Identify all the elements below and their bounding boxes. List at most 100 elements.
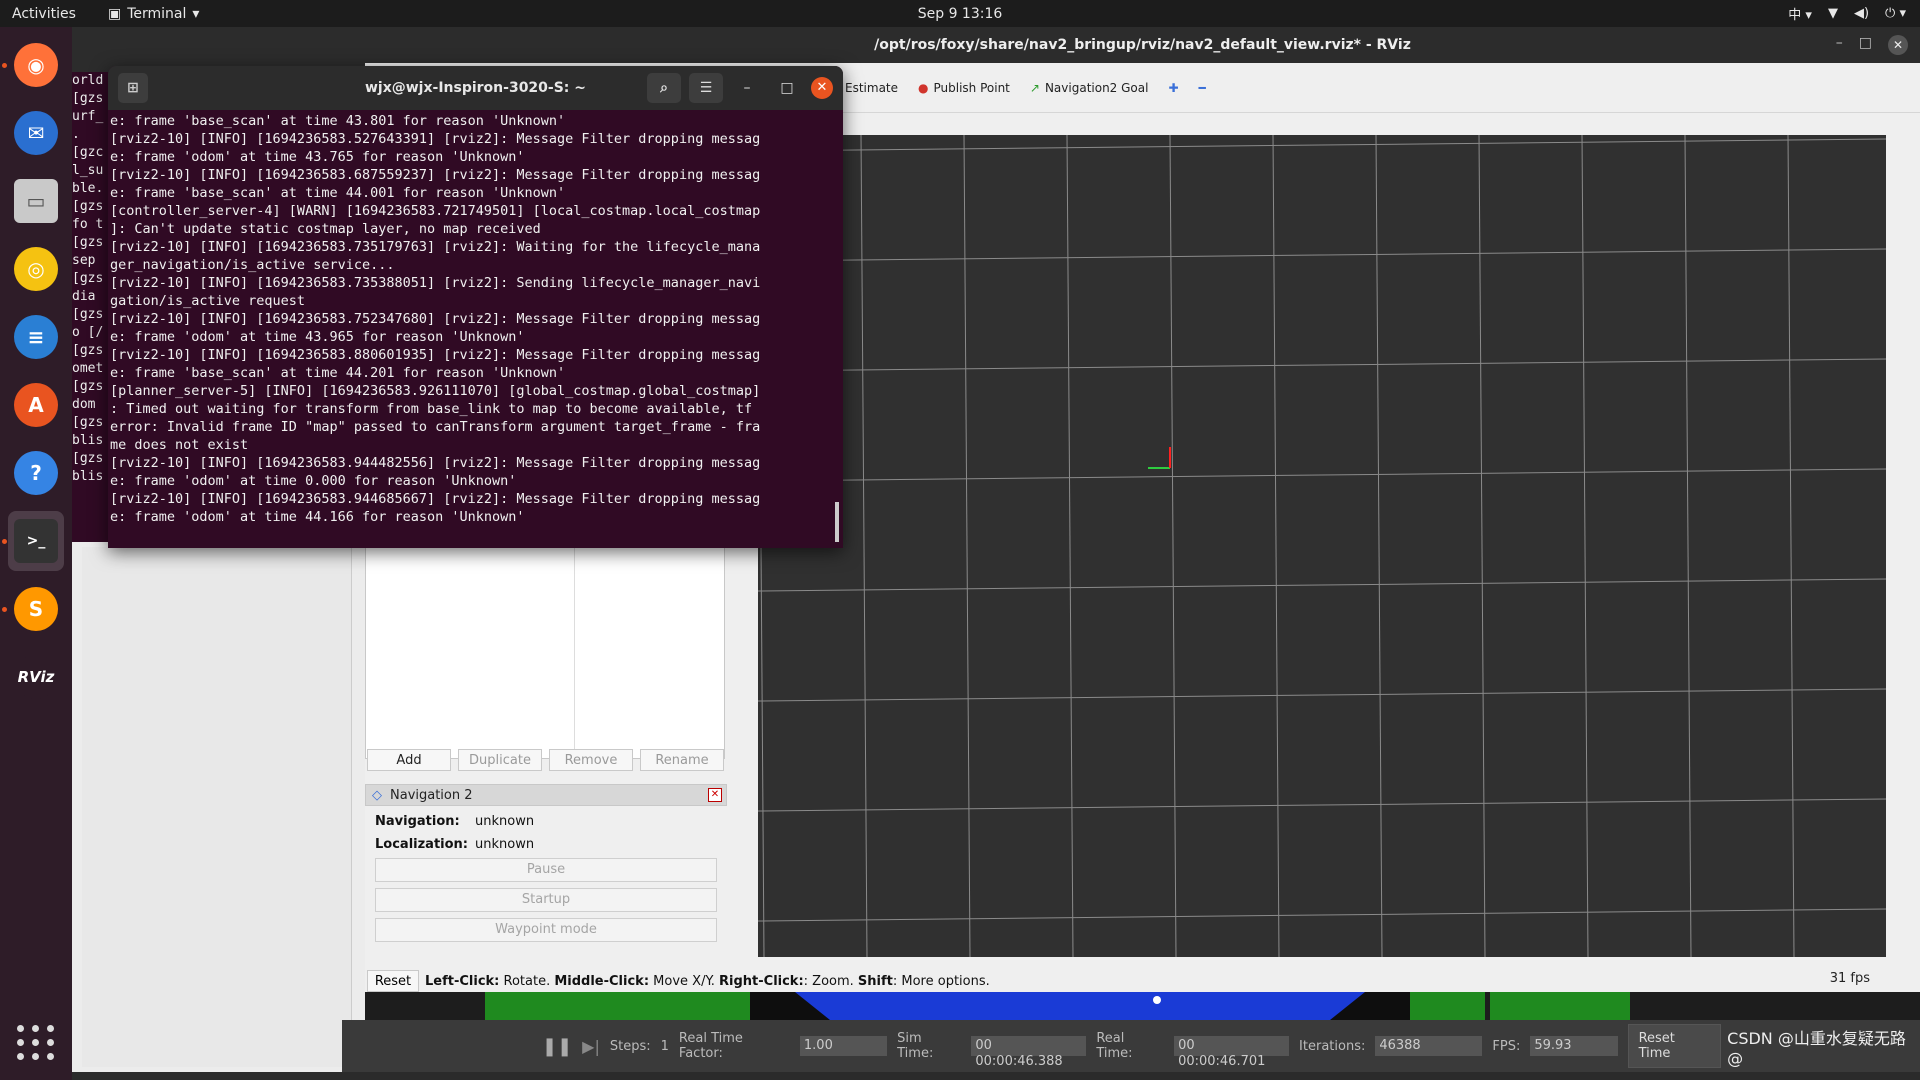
minimize-icon[interactable]: – — [731, 80, 763, 96]
background-terminal-line: [gzs — [72, 343, 104, 358]
writer-icon: ≡ — [14, 315, 58, 359]
power-icon: ⏻ ▾ — [1885, 6, 1906, 21]
system-tray[interactable]: 中 ▾ ▼ ◀) ⏻ ▾ — [1788, 4, 1906, 23]
grid-line — [758, 688, 1886, 702]
publish-point-label: Publish Point — [933, 80, 1010, 95]
maximize-icon[interactable]: □ — [1859, 35, 1872, 55]
dock-item-sublime[interactable]: S — [2, 579, 64, 639]
search-icon[interactable]: ⌕ — [647, 73, 681, 103]
fps-label: FPS: — [1492, 1038, 1521, 1054]
grid-line — [1787, 135, 1795, 957]
background-terminal-line: [gzc — [72, 145, 104, 160]
rviz-titlebar[interactable]: /opt/ros/foxy/share/nav2_bringup/rviz/na… — [365, 27, 1920, 63]
volume-icon: ◀) — [1853, 6, 1870, 21]
running-indicator — [2, 539, 7, 544]
middle-click-key: Middle-Click: — [554, 973, 650, 989]
add-button[interactable]: Add — [367, 749, 451, 771]
top-bar: Activities ▣ Terminal ▾ Sep 9 13:16 中 ▾ … — [0, 0, 1920, 27]
navigation-label: Navigation: — [375, 814, 460, 829]
remove-button[interactable]: Remove — [549, 749, 633, 771]
dock-item-terminal[interactable]: >_ — [2, 511, 64, 571]
remove-tool[interactable]: ━ — [1199, 81, 1206, 95]
background-terminal-line: omet — [72, 361, 104, 376]
grid-line — [758, 248, 1886, 262]
terminal-header[interactable]: ⊞ wjx@wjx-Inspiron-3020-S: ~ ⌕ ☰ – □ ✕ — [108, 66, 843, 110]
navigation-2-panel-title[interactable]: ◇ Navigation 2 ✕ — [365, 784, 727, 806]
input-method-indicator[interactable]: 中 ▾ — [1788, 4, 1812, 23]
grid-line — [758, 358, 1886, 372]
nav2-goal-label: Navigation2 Goal — [1044, 80, 1149, 95]
publish-point-tool[interactable]: ● Publish Point — [918, 81, 1010, 95]
diamond-icon: ◇ — [372, 787, 382, 803]
close-icon[interactable]: ✕ — [1888, 35, 1908, 55]
background-terminal-line: [gzs — [72, 451, 104, 466]
show-applications-icon[interactable] — [14, 1020, 58, 1064]
localization-status-row: Localization: unknown — [365, 837, 727, 852]
background-terminal-line: [gzs — [72, 235, 104, 250]
move-camera-tool[interactable]: ✚ — [1168, 81, 1178, 95]
dock-item-rviz[interactable]: RViz — [8, 647, 64, 707]
running-indicator — [2, 63, 7, 68]
clock[interactable]: Sep 9 13:16 — [918, 6, 1003, 22]
reset-button[interactable]: Reset — [367, 970, 419, 992]
dock-item-files[interactable]: ▭ — [8, 171, 64, 231]
left-click-action: Rotate. — [499, 973, 555, 989]
duplicate-button[interactable]: Duplicate — [458, 749, 542, 771]
firefox-icon: ◉ — [14, 43, 58, 87]
map-pin-icon: ● — [918, 80, 929, 95]
grid-line — [1684, 135, 1692, 957]
pause-button[interactable]: Pause — [375, 858, 717, 882]
dock-item-software-center[interactable]: A — [8, 375, 64, 435]
dock-item-writer[interactable]: ≡ — [8, 307, 64, 367]
maximize-icon[interactable]: □ — [771, 80, 803, 96]
step-icon[interactable]: ▶| — [582, 1037, 600, 1056]
grid — [758, 135, 1886, 957]
running-indicator — [2, 607, 7, 612]
status-bar: Reset Left-Click: Rotate. Middle-Click: … — [365, 969, 1920, 993]
rename-button[interactable]: Rename — [640, 749, 724, 771]
background-terminal-line: sep — [72, 253, 96, 268]
plus-icon: ✚ — [1168, 80, 1179, 95]
dock-item-rhythmbox[interactable]: ◎ — [8, 239, 64, 299]
render-viewport[interactable] — [758, 135, 1886, 957]
grid-line — [758, 468, 1886, 482]
background-terminal-line: urf_ — [72, 109, 104, 124]
dock-item-firefox[interactable]: ◉ — [2, 35, 64, 95]
pose-estimate-tool[interactable]: Estimate — [845, 81, 898, 95]
new-tab-icon[interactable]: ⊞ — [118, 73, 148, 103]
waypoint-mode-button[interactable]: Waypoint mode — [375, 918, 717, 942]
terminal-scrollbar[interactable] — [835, 502, 839, 542]
activities-button[interactable]: Activities — [12, 6, 76, 22]
background-terminal-line: [gzs — [72, 307, 104, 322]
background-terminal-line: [gzs — [72, 379, 104, 394]
navigation-value: unknown — [475, 814, 535, 829]
dock-item-help[interactable]: ? — [8, 443, 64, 503]
close-icon[interactable]: ✕ — [811, 77, 833, 99]
terminal-output[interactable]: e: frame 'base_scan' at time 43.801 for … — [108, 110, 843, 526]
pause-icon[interactable]: ❚❚ — [542, 1036, 572, 1057]
input-method-label: 中 — [1788, 8, 1802, 23]
menu-icon[interactable]: ☰ — [689, 73, 723, 103]
left-click-key: Left-Click: — [425, 973, 500, 989]
background-terminal-line: dom — [72, 397, 96, 412]
rviz-icon: RViz — [14, 655, 58, 699]
dock-item-thunderbird[interactable]: ✉ — [8, 103, 64, 163]
background-panel — [82, 547, 352, 1067]
grid-line — [1169, 135, 1177, 957]
background-terminal-line: [gzs — [72, 91, 104, 106]
startup-button[interactable]: Startup — [375, 888, 717, 912]
panel-title-label: Navigation 2 — [390, 787, 473, 803]
shift-action: : More options. — [892, 973, 990, 989]
grid-line — [758, 798, 1886, 812]
right-click-key: Right-Click: — [719, 973, 804, 989]
minimize-icon[interactable]: – — [1836, 35, 1843, 55]
reset-time-button[interactable]: Reset Time — [1627, 1024, 1722, 1068]
files-icon: ▭ — [14, 179, 58, 223]
gazebo-toolbar: ❚❚ ▶| Steps: 1 Real Time Factor: 1.00 Si… — [342, 1020, 1920, 1072]
nav2-goal-tool[interactable]: ↗ Navigation2 Goal — [1030, 81, 1149, 95]
steps-value[interactable]: 1 — [661, 1039, 669, 1054]
app-menu[interactable]: ▣ Terminal ▾ — [108, 6, 199, 22]
watermark: CSDN @山重水复疑无路@ — [1727, 1028, 1906, 1068]
close-icon[interactable]: ✕ — [708, 788, 722, 802]
terminal-window[interactable]: ⊞ wjx@wjx-Inspiron-3020-S: ~ ⌕ ☰ – □ ✕ e… — [108, 66, 843, 548]
